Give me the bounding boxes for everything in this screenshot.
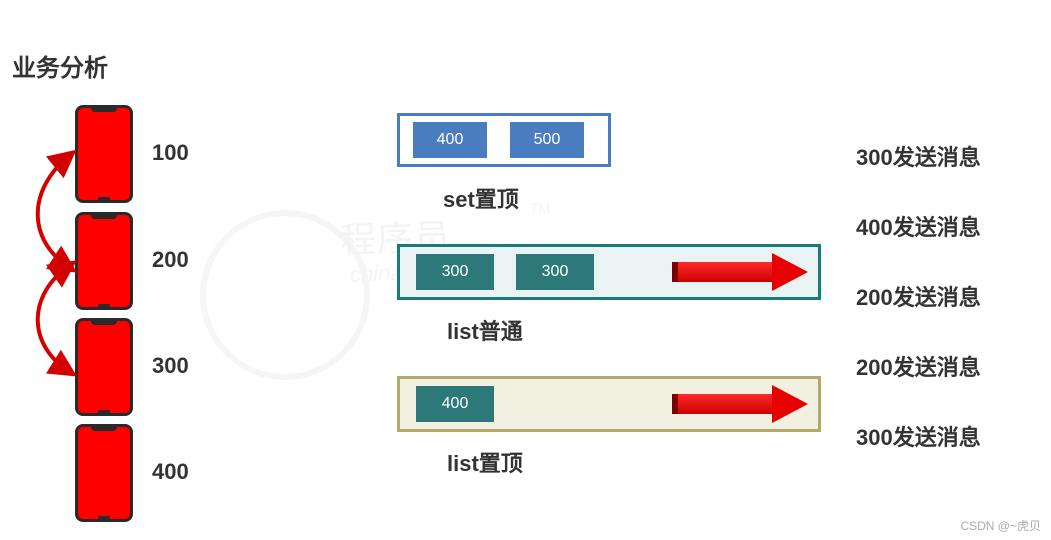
- watermark-circle: [200, 210, 370, 380]
- phone-label: 200: [152, 247, 189, 273]
- page-title: 业务分析: [12, 48, 108, 83]
- message-item: 400发送消息: [856, 210, 981, 242]
- phone-label: 400: [152, 459, 189, 485]
- footer-attribution: CSDN @~虎贝: [960, 517, 1041, 534]
- message-item: 200发送消息: [856, 280, 981, 312]
- phone-label: 300: [152, 353, 189, 379]
- chip: 400: [416, 386, 494, 422]
- list-normal-label: list普通: [447, 314, 523, 346]
- watermark-tm: TM: [530, 200, 550, 216]
- chip: 400: [413, 122, 487, 158]
- arrow-right-icon: [672, 256, 812, 288]
- chip: 300: [516, 254, 594, 290]
- chip: 300: [416, 254, 494, 290]
- list-top-label: list置顶: [447, 446, 523, 478]
- chip: 500: [510, 122, 584, 158]
- message-item: 300发送消息: [856, 140, 981, 172]
- connector-arrows: [22, 120, 92, 450]
- arrow-right-icon: [672, 388, 812, 420]
- message-item: 200发送消息: [856, 350, 981, 382]
- phone-label: 100: [152, 140, 189, 166]
- set-top-label: set置顶: [443, 182, 519, 214]
- message-item: 300发送消息: [856, 420, 981, 452]
